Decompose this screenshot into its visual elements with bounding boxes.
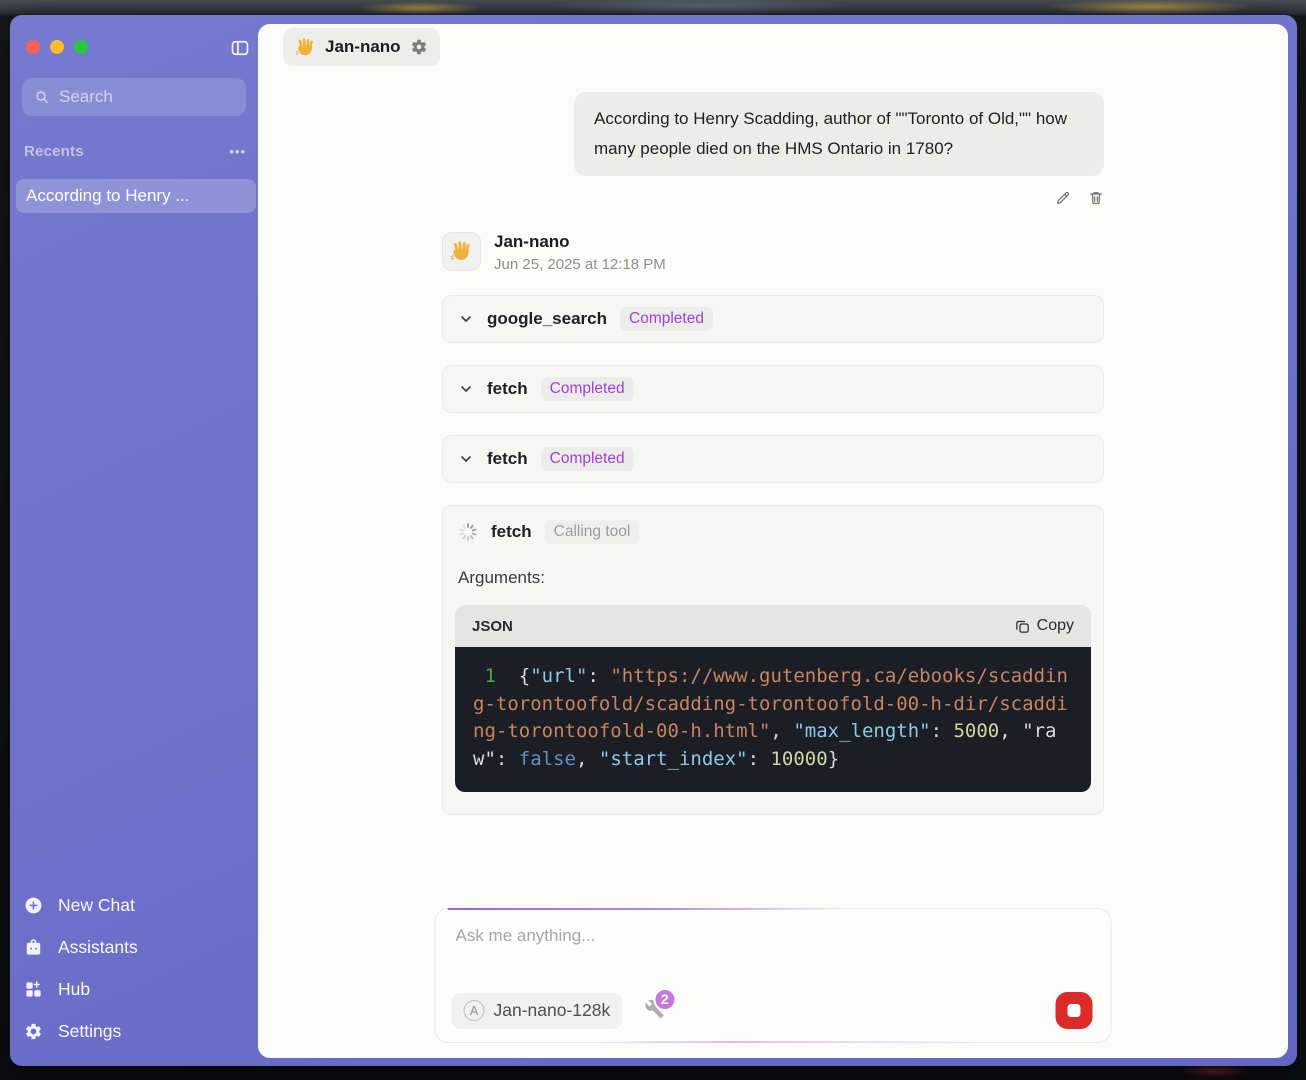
recents-section: Recents ••• — [24, 143, 246, 160]
sidebar-item-new-chat[interactable]: New Chat — [24, 891, 138, 920]
tool-call-fetch-active: fetch Calling tool Arguments: JSON Copy — [442, 505, 1104, 815]
model-name: Jan-nano-128k — [494, 1000, 611, 1021]
close-window-button[interactable] — [26, 40, 40, 54]
recents-menu-icon[interactable]: ••• — [229, 144, 246, 159]
main-panel: Jan-nano According to Henry Scadding, au… — [258, 24, 1288, 1058]
tool-status-badge: Completed — [620, 307, 713, 331]
composer: Ask me anything... A Jan-nano-128k 2 — [435, 908, 1112, 1043]
recents-heading: Recents — [24, 143, 84, 160]
tool-status-badge: Completed — [541, 377, 634, 401]
sidebar-item-settings[interactable]: Settings — [24, 1017, 138, 1046]
tool-count-badge: 2 — [653, 988, 676, 1011]
sidebar: Search Recents ••• According to Henry ..… — [10, 15, 258, 1066]
chat-scroll-area[interactable]: According to Henry Scadding, author of "… — [258, 24, 1288, 908]
model-selector[interactable]: A Jan-nano-128k — [452, 993, 623, 1029]
sidebar-item-hub[interactable]: Hub — [24, 975, 138, 1004]
edit-message-button[interactable] — [1055, 190, 1071, 206]
search-icon — [34, 89, 50, 105]
model-avatar: A — [464, 1000, 485, 1021]
hub-blocks-icon — [24, 980, 43, 999]
gear-icon — [24, 1022, 43, 1041]
copy-button[interactable]: Copy — [1015, 617, 1074, 635]
composer-toolbar: A Jan-nano-128k 2 — [452, 992, 1093, 1029]
tool-call-fetch-2[interactable]: fetch Completed — [442, 435, 1104, 483]
sidebar-toggle-icon[interactable] — [230, 38, 250, 58]
stop-icon — [1068, 1004, 1081, 1017]
zoom-window-button[interactable] — [74, 40, 88, 54]
code-language-label: JSON — [472, 618, 513, 635]
message-actions — [1055, 190, 1104, 206]
chevron-down-icon — [458, 381, 474, 397]
spinner-icon — [458, 522, 478, 542]
search-input[interactable]: Search — [22, 78, 246, 116]
tool-call-header[interactable]: fetch Calling tool — [455, 511, 1091, 553]
tool-call-google-search[interactable]: google_search Completed — [442, 295, 1104, 343]
chevron-down-icon — [458, 311, 474, 327]
trash-icon — [1088, 190, 1104, 206]
assistant-name: Jan-nano — [494, 232, 666, 252]
minimize-window-button[interactable] — [50, 40, 64, 54]
chat-item-label: According to Henry ... — [26, 186, 189, 206]
tool-status-badge: Calling tool — [545, 520, 640, 544]
stop-button[interactable] — [1056, 992, 1093, 1029]
generating-progress-line — [448, 908, 840, 910]
user-message: According to Henry Scadding, author of "… — [574, 92, 1104, 176]
chat-input[interactable]: Ask me anything... — [436, 909, 1111, 963]
copy-icon — [1015, 619, 1030, 634]
assistant-avatar — [442, 232, 481, 271]
code-content[interactable]: 1 {"url": "https://www.gutenberg.ca/eboo… — [455, 647, 1091, 792]
wave-emoji-icon — [450, 240, 473, 263]
arguments-label: Arguments: — [458, 568, 1091, 588]
app-window: Search Recents ••• According to Henry ..… — [10, 15, 1297, 1066]
generating-progress-line-bottom — [598, 1041, 976, 1043]
delete-message-button[interactable] — [1088, 190, 1104, 206]
code-block-header: JSON Copy — [455, 605, 1091, 647]
assistant-message-header: Jan-nano Jun 25, 2025 at 12:18 PM — [442, 232, 1104, 273]
sidebar-bottom-nav: New Chat Assistants Hub S — [24, 891, 138, 1046]
chevron-down-icon — [458, 451, 474, 467]
message-timestamp: Jun 25, 2025 at 12:18 PM — [494, 256, 666, 273]
tool-status-badge: Completed — [541, 447, 634, 471]
pencil-icon — [1055, 190, 1071, 206]
json-arguments: 1 {"url": "https://www.gutenberg.ca/eboo… — [473, 665, 1068, 770]
assistants-icon — [24, 938, 43, 957]
plus-circle-icon — [24, 896, 43, 915]
code-block: JSON Copy 1 {"url": "https://www.gutenbe… — [455, 605, 1091, 792]
sidebar-item-current-chat[interactable]: According to Henry ... — [16, 179, 256, 213]
search-placeholder: Search — [59, 87, 113, 107]
tool-call-fetch-1[interactable]: fetch Completed — [442, 365, 1104, 413]
window-controls — [26, 40, 88, 54]
tools-button[interactable]: 2 — [644, 999, 666, 1023]
sidebar-item-assistants[interactable]: Assistants — [24, 933, 138, 962]
